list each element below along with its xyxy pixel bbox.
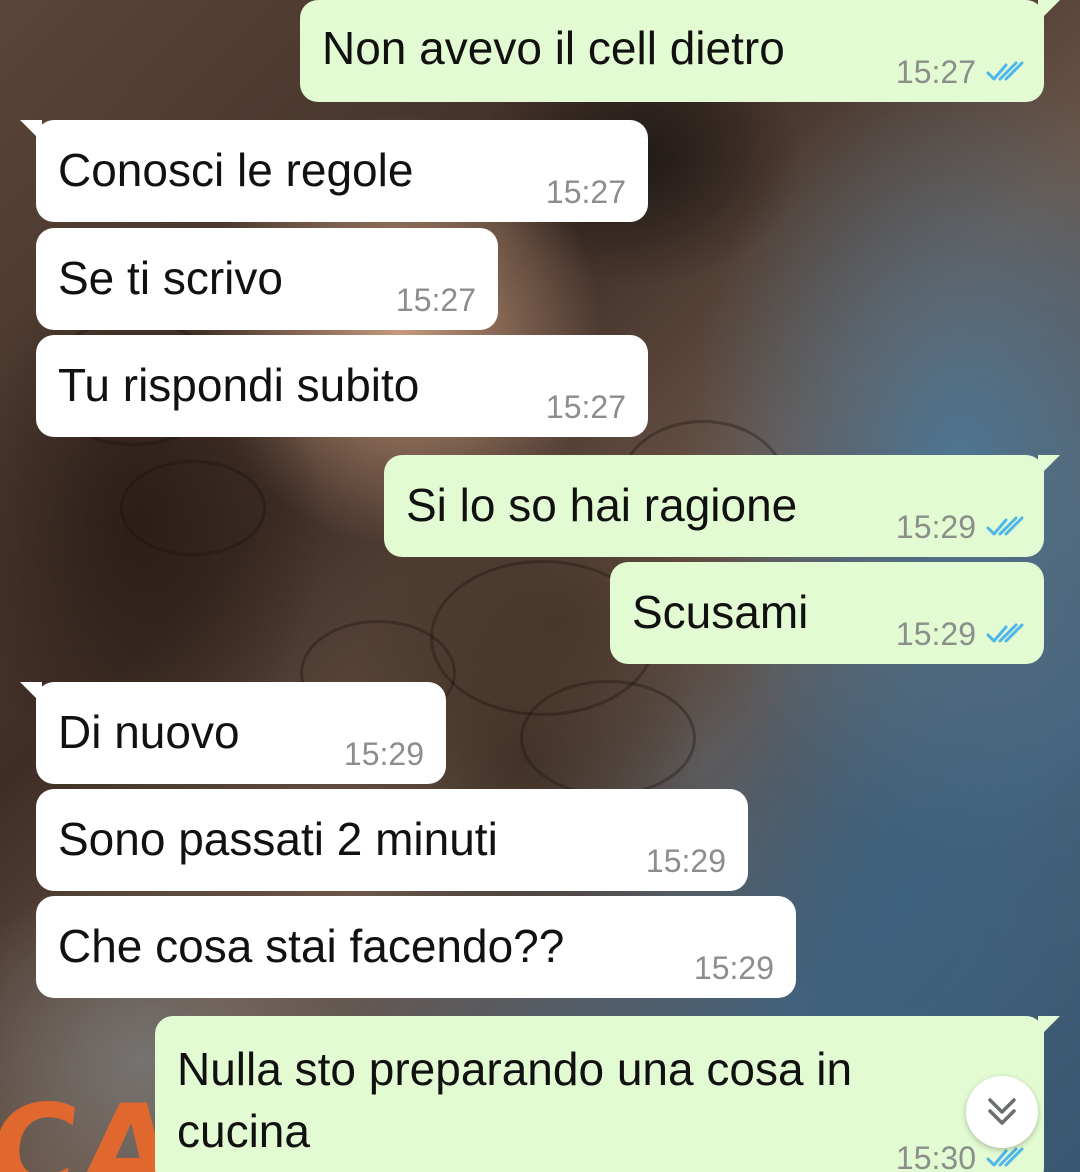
message-time: 15:27 (896, 54, 1026, 90)
message-text: Che cosa stai facendo?? (58, 920, 565, 972)
double-check-icon (986, 516, 1024, 536)
double-chevron-down-icon (988, 1098, 1016, 1125)
message-bubble-outgoing[interactable]: Scusami 15:29 (610, 562, 1044, 664)
message-time: 15:29 (343, 736, 424, 772)
message-text: Se ti scrivo (58, 252, 283, 304)
message-bubble-incoming[interactable]: Di nuovo 15:29 (20, 682, 446, 784)
message-text: Nulla sto preparando una cosa in cucina (177, 1043, 853, 1157)
message-time: 15:29 (645, 843, 726, 879)
double-check-icon (986, 61, 1024, 81)
message-bubble-incoming[interactable]: Se ti scrivo 15:27 (36, 228, 498, 330)
message-time: 15:27 (545, 389, 626, 425)
message-text: Di nuovo (58, 706, 240, 758)
message-time: 15:29 (693, 950, 774, 986)
message-text: Scusami (632, 586, 809, 638)
double-check-icon (986, 1147, 1024, 1167)
message-bubble-incoming[interactable]: Sono passati 2 minuti 15:29 (36, 789, 748, 891)
message-bubble-incoming[interactable]: Che cosa stai facendo?? 15:29 (36, 896, 796, 998)
message-bubble-outgoing[interactable]: Si lo so hai ragione 15:29 (384, 455, 1060, 557)
message-time: 15:27 (545, 174, 626, 210)
message-text: Tu rispondi subito (58, 359, 420, 411)
message-bubble-incoming[interactable]: Tu rispondi subito 15:27 (36, 335, 648, 437)
message-time: 15:27 (395, 282, 476, 318)
message-time: 15:29 (896, 616, 1026, 652)
message-text: Sono passati 2 minuti (58, 813, 498, 865)
message-text: Conosci le regole (58, 144, 414, 196)
message-text: Si lo so hai ragione (406, 479, 798, 531)
message-bubble-outgoing[interactable]: Non avevo il cell dietro 15:27 (300, 0, 1060, 102)
message-bubble-outgoing[interactable]: Nulla sto preparando una cosa in cucina … (155, 1016, 1060, 1172)
scroll-to-bottom-button[interactable] (966, 1076, 1038, 1148)
message-bubble-incoming[interactable]: Conosci le regole 15:27 (20, 120, 648, 222)
message-text: Non avevo il cell dietro (322, 22, 785, 74)
double-check-icon (986, 623, 1024, 643)
message-time: 15:29 (896, 509, 1026, 545)
